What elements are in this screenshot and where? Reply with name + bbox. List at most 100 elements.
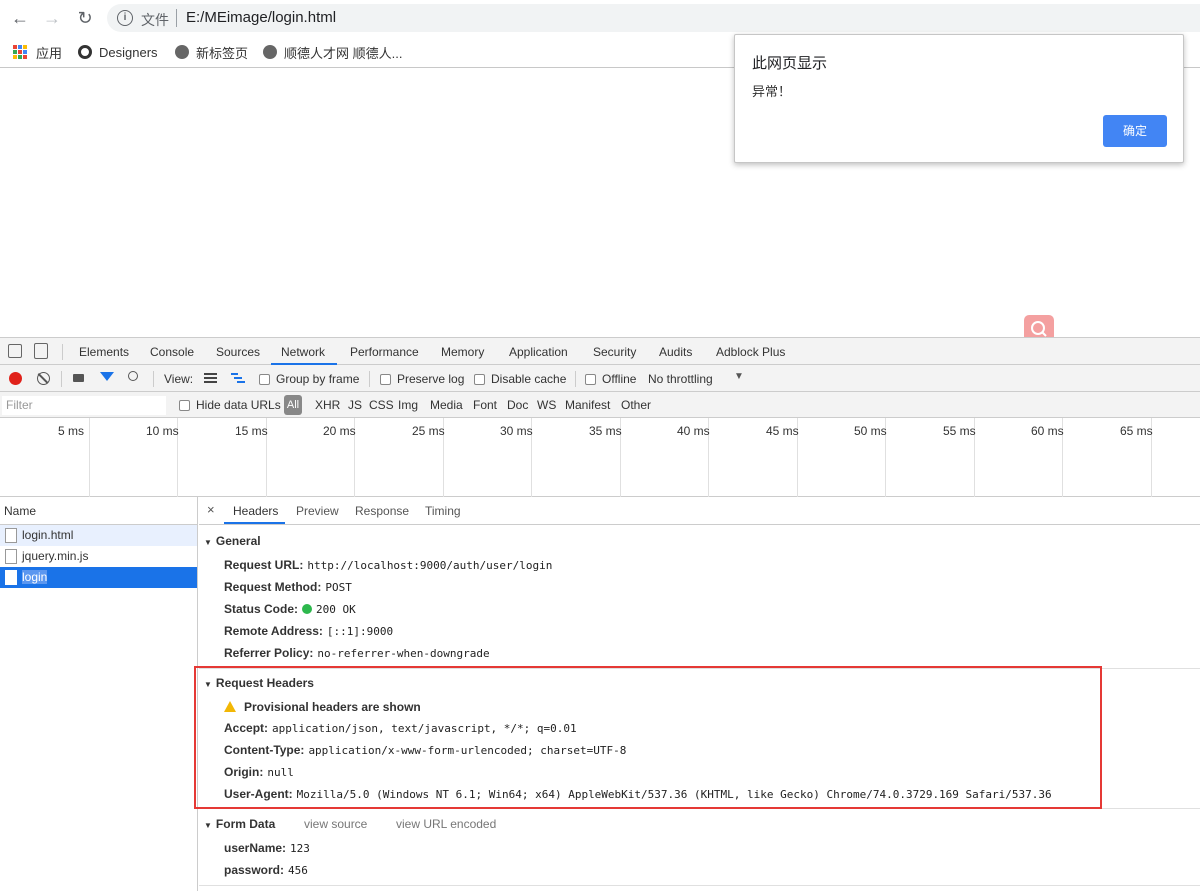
device-toolbar-icon[interactable]: [34, 343, 48, 359]
timeline-tick-label: 25 ms: [412, 424, 445, 438]
filter-media[interactable]: Media: [430, 398, 463, 412]
tab-performance[interactable]: Performance: [350, 345, 419, 359]
reload-icon[interactable]: ↻: [74, 7, 96, 29]
tab-response[interactable]: Response: [355, 504, 409, 518]
general-section-header[interactable]: ▼ General: [204, 534, 261, 548]
tab-network[interactable]: Network: [281, 345, 325, 359]
divider: [153, 371, 154, 387]
record-icon[interactable]: [9, 372, 22, 385]
filter-funnel-icon[interactable]: [100, 372, 114, 381]
checkbox-box[interactable]: [474, 373, 485, 385]
checkbox-box[interactable]: [380, 373, 391, 385]
tab-console[interactable]: Console: [150, 345, 194, 359]
screenshot-camera-icon[interactable]: [73, 374, 84, 382]
password-row: password: 456: [224, 863, 308, 877]
bookmark-new-tab[interactable]: 新标签页: [175, 42, 248, 62]
devtools-tabbar: Elements Console Sources Network Perform…: [0, 337, 1200, 365]
view-source-link[interactable]: view source: [304, 817, 367, 831]
details-tabbar: × Headers Preview Response Timing: [199, 497, 1200, 525]
group-by-frame-label: Group by frame: [276, 372, 360, 386]
filter-img[interactable]: Img: [398, 398, 418, 412]
checkbox-box[interactable]: [179, 399, 190, 411]
filter-manifest[interactable]: Manifest: [565, 398, 610, 412]
search-icon[interactable]: [128, 371, 138, 381]
scheme-label: 文件: [141, 12, 169, 28]
checkbox-box[interactable]: [585, 373, 596, 385]
large-rows-icon[interactable]: [204, 373, 217, 383]
tab-elements[interactable]: Elements: [79, 345, 129, 359]
network-overview-timeline[interactable]: 5 ms 10 ms 15 ms 20 ms 25 ms 30 ms 35 ms 40 ms 4…: [0, 418, 1200, 497]
divider: [369, 371, 370, 387]
bookmark-shunde[interactable]: 顺德人才网 顺德人...: [263, 42, 402, 62]
tab-headers[interactable]: Headers: [233, 504, 278, 518]
tab-adblock-plus[interactable]: Adblock Plus: [716, 345, 785, 359]
request-url-key: Request URL:: [224, 558, 304, 572]
request-method-value: POST: [325, 581, 352, 594]
close-icon[interactable]: ×: [207, 502, 215, 517]
bookmark-designers[interactable]: Designers: [78, 42, 158, 62]
timeline-tick-label: 10 ms: [146, 424, 179, 438]
request-name: login.html: [22, 528, 74, 542]
disable-cache-checkbox[interactable]: Disable cache: [474, 372, 566, 386]
password-key: password:: [224, 863, 285, 877]
request-row[interactable]: login.html: [0, 525, 197, 546]
filter-input[interactable]: Filter: [2, 396, 166, 415]
chevron-down-icon[interactable]: ▼: [734, 371, 744, 382]
request-method-key: Request Method:: [224, 580, 322, 594]
form-data-section-header[interactable]: ▼ Form Data: [204, 817, 275, 831]
address-bar[interactable]: i 文件 E:/MEimage/login.html: [107, 4, 1200, 32]
waterfall-view-icon[interactable]: [231, 373, 245, 383]
dialog-title: 此网页显示: [752, 55, 828, 72]
filter-xhr[interactable]: XHR: [315, 398, 340, 412]
tab-audits[interactable]: Audits: [659, 345, 692, 359]
timeline-tick-label: 55 ms: [943, 424, 976, 438]
referrer-policy-key: Referrer Policy:: [224, 646, 314, 660]
url-text[interactable]: E:/MEimage/login.html: [186, 9, 336, 26]
request-row[interactable]: jquery.min.js: [0, 546, 197, 567]
filter-all-button[interactable]: All: [284, 395, 302, 415]
dialog-ok-button[interactable]: 确定: [1103, 115, 1167, 147]
timeline-tick-label: 35 ms: [589, 424, 622, 438]
view-label: View:: [164, 372, 194, 386]
password-value: 456: [288, 864, 308, 877]
tab-preview[interactable]: Preview: [296, 504, 339, 518]
status-code-value: 200 OK: [316, 603, 356, 616]
tab-memory[interactable]: Memory: [441, 345, 484, 359]
info-icon[interactable]: i: [117, 10, 133, 26]
filter-css[interactable]: CSS: [369, 398, 394, 412]
view-url-encoded-link[interactable]: view URL encoded: [396, 817, 496, 831]
tab-sources[interactable]: Sources: [216, 345, 260, 359]
filter-ws[interactable]: WS: [537, 398, 556, 412]
referrer-policy-value: no-referrer-when-downgrade: [317, 647, 490, 660]
back-arrow-icon[interactable]: ←: [9, 7, 31, 29]
remote-address-row: Remote Address: [::1]:9000: [224, 624, 393, 638]
tab-security[interactable]: Security: [593, 345, 636, 359]
tab-application[interactable]: Application: [509, 345, 568, 359]
bookmark-label: 应用: [36, 45, 63, 61]
file-icon: [5, 570, 17, 585]
filter-other[interactable]: Other: [621, 398, 651, 412]
preserve-log-checkbox[interactable]: Preserve log: [380, 372, 464, 386]
expand-triangle-icon: ▼: [204, 538, 212, 547]
filter-doc[interactable]: Doc: [507, 398, 528, 412]
name-column-header[interactable]: Name: [0, 497, 197, 525]
filter-font[interactable]: Font: [473, 398, 497, 412]
timeline-tick-label: 50 ms: [854, 424, 887, 438]
checkbox-box[interactable]: [259, 373, 270, 385]
clear-icon[interactable]: [37, 372, 50, 385]
throttling-select[interactable]: No throttling: [648, 372, 713, 386]
expand-triangle-icon: ▼: [204, 821, 212, 830]
remote-address-key: Remote Address:: [224, 624, 323, 638]
hide-data-urls-checkbox[interactable]: Hide data URLs: [179, 398, 281, 412]
timeline-tick-label: 40 ms: [677, 424, 710, 438]
forward-arrow-icon[interactable]: →: [41, 7, 63, 29]
filter-js[interactable]: JS: [348, 398, 362, 412]
bookmark-apps[interactable]: 应用: [13, 42, 62, 62]
offline-checkbox[interactable]: Offline: [585, 372, 636, 386]
tab-timing[interactable]: Timing: [425, 504, 461, 518]
group-by-frame-checkbox[interactable]: Group by frame: [259, 372, 359, 386]
inspect-element-icon[interactable]: [8, 344, 22, 358]
request-row-selected[interactable]: login: [0, 567, 197, 588]
timeline-tick-label: 30 ms: [500, 424, 533, 438]
timeline-tick-label: 65 ms: [1120, 424, 1153, 438]
